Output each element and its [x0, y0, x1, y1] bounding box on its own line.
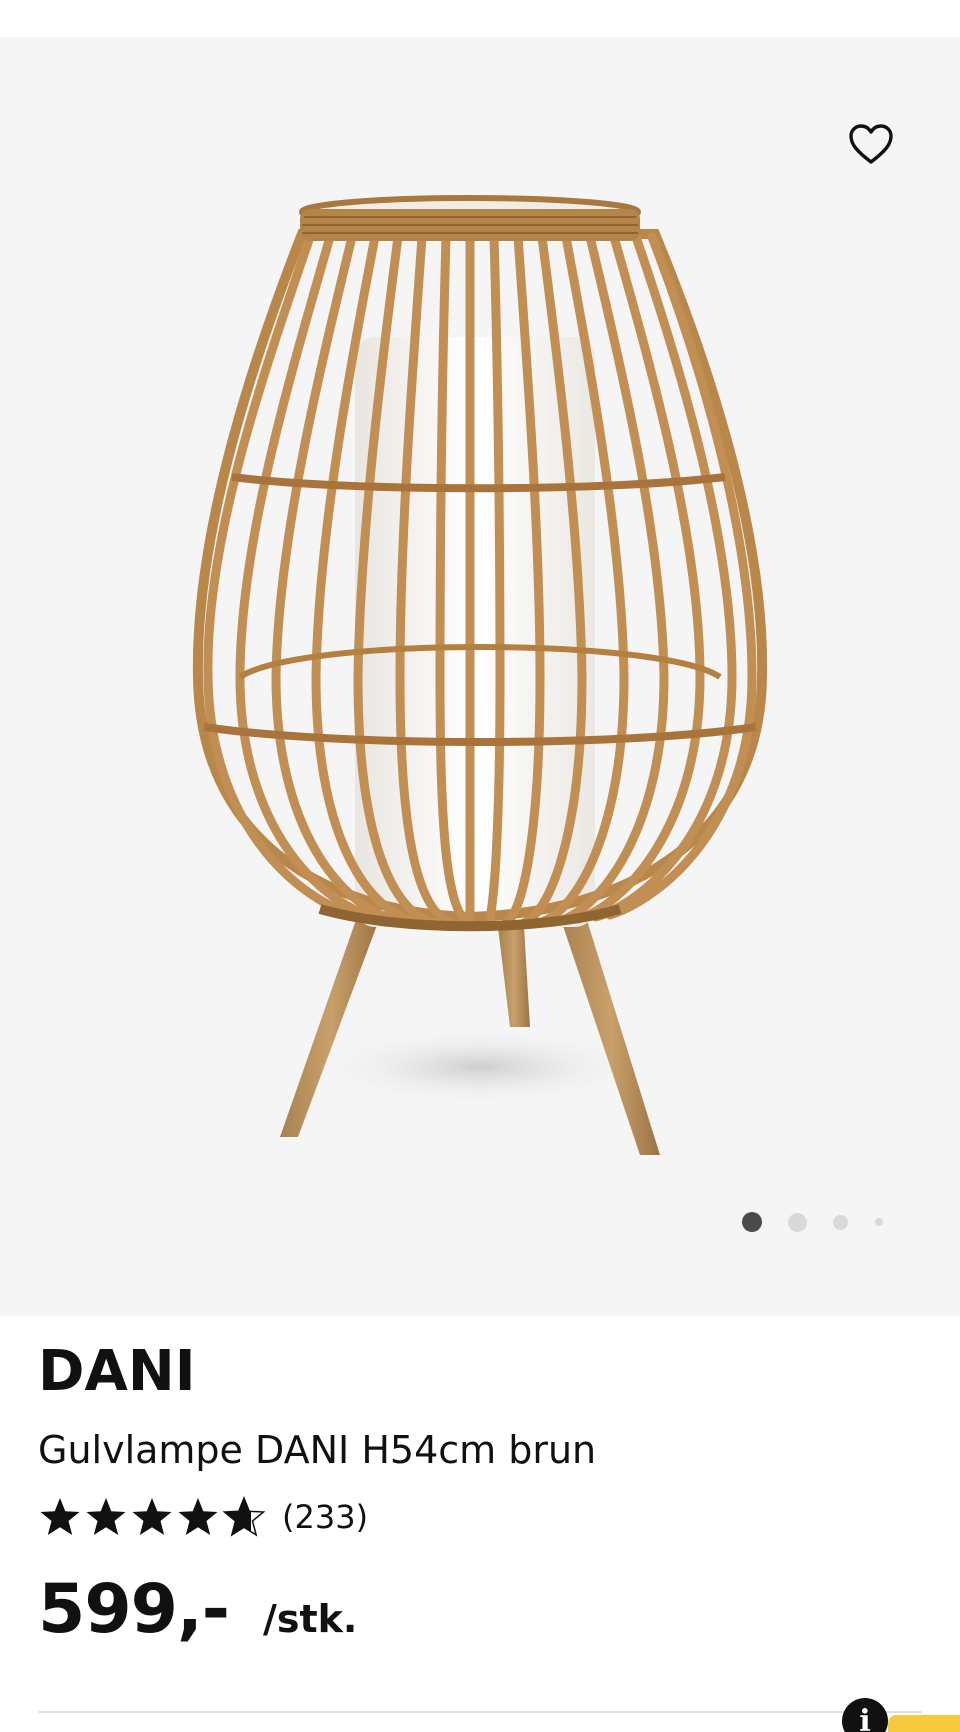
- gallery-pagination: [730, 1207, 900, 1237]
- info-icon[interactable]: i: [842, 1698, 888, 1732]
- favorite-button[interactable]: [838, 111, 904, 177]
- product-image: [192, 195, 768, 1155]
- product-price: 599,-: [38, 1570, 230, 1649]
- product-gallery[interactable]: [0, 37, 960, 1316]
- top-bar: [0, 0, 960, 37]
- divider: [38, 1711, 922, 1713]
- price-row: 599,- /stk.: [38, 1570, 357, 1649]
- star-icon: [132, 1498, 172, 1535]
- gallery-dot[interactable]: [875, 1218, 883, 1226]
- price-unit: /stk.: [263, 1597, 358, 1641]
- gallery-dot[interactable]: [833, 1215, 848, 1230]
- product-description: Gulvlampe DANI H54cm brun: [38, 1428, 597, 1472]
- product-rating: (233): [38, 1492, 368, 1542]
- rating-stars[interactable]: [38, 1495, 268, 1539]
- star-icon: [178, 1498, 218, 1535]
- gallery-dot[interactable]: [788, 1213, 807, 1232]
- product-brand: DANI: [38, 1339, 196, 1404]
- product-info: DANI Gulvlampe DANI H54cm brun (233) 599…: [0, 1316, 960, 1732]
- star-icon: [40, 1498, 80, 1535]
- review-count[interactable]: (233): [282, 1498, 368, 1536]
- heart-outline-icon: [849, 124, 893, 164]
- star-half-icon: [222, 1495, 266, 1537]
- feedback-tab[interactable]: [888, 1715, 960, 1732]
- gallery-dot[interactable]: [742, 1212, 762, 1232]
- star-icon: [86, 1498, 126, 1535]
- product-page: DANI Gulvlampe DANI H54cm brun (233) 599…: [0, 0, 960, 1732]
